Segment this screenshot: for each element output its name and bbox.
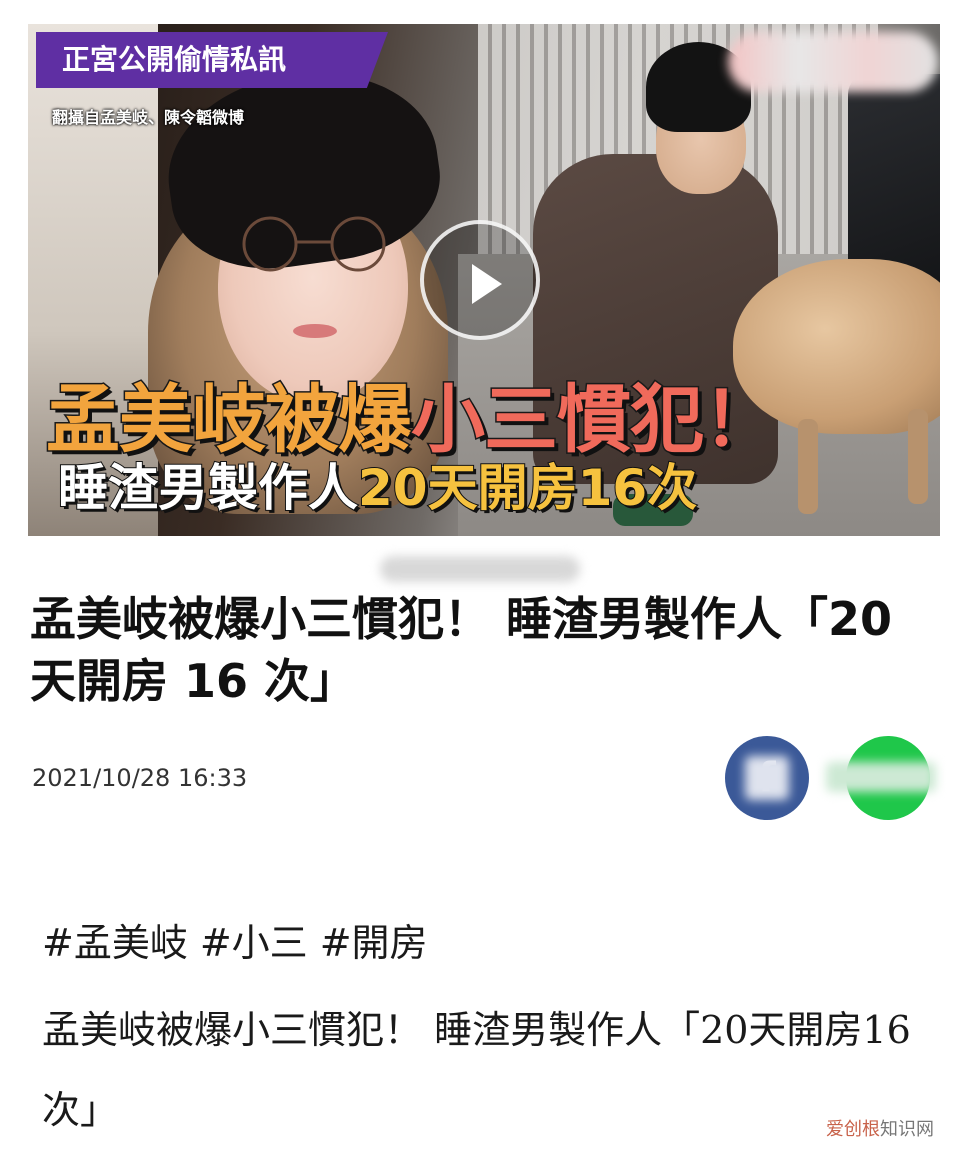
share-facebook-button[interactable]: f xyxy=(725,736,809,820)
post-caption: 孟美岐被爆小三慣犯！ 睡渣男製作人「20天開房16次」 xyxy=(42,1008,911,1132)
blurred-logo xyxy=(728,32,938,92)
hashtag-link[interactable]: #開房 xyxy=(320,921,428,965)
headline-sub-part-b: 20天開房16次 xyxy=(357,458,698,518)
dog-leg xyxy=(908,409,928,504)
watermark-brand: 爱创根 xyxy=(826,1119,880,1140)
article-date: 2021/10/28 16:33 xyxy=(32,764,248,792)
site-watermark: 爱创根知识网 xyxy=(826,1115,934,1141)
woman-lips xyxy=(293,324,337,338)
thumbnail-headline-sub: 睡渣男製作人20天開房16次 xyxy=(57,448,698,520)
hashtag-link[interactable]: #小三 xyxy=(200,921,308,965)
play-button[interactable] xyxy=(420,220,540,340)
tag-banner: 正宮公開偷情私訊 xyxy=(36,32,388,88)
dog-leg xyxy=(798,419,818,514)
play-icon xyxy=(472,264,502,304)
source-credit: 翻攝自孟美岐、陳令韜微博 xyxy=(52,108,245,127)
share-line-button[interactable] xyxy=(826,736,936,820)
article-title[interactable]: 孟美岐被爆小三慣犯！ 睡渣男製作人「20 天開房 16 次」 xyxy=(30,588,910,712)
headline-sub-part-a: 睡渣男製作人 xyxy=(57,458,359,518)
watermark-site: 知识网 xyxy=(880,1119,934,1140)
video-thumbnail[interactable]: 正宮公開偷情私訊 翻攝自孟美岐、陳令韜微博 孟美岐被爆小三慣犯！ 睡渣男製作人2… xyxy=(28,24,940,536)
hashtag-link[interactable]: #孟美岐 xyxy=(42,921,188,965)
glasses-icon xyxy=(242,216,386,272)
blurred-caption xyxy=(380,556,580,582)
blur-overlay xyxy=(826,762,936,792)
blur-overlay xyxy=(745,756,789,800)
hashtag-list: #孟美岐 #小三 #開房 xyxy=(42,912,440,967)
